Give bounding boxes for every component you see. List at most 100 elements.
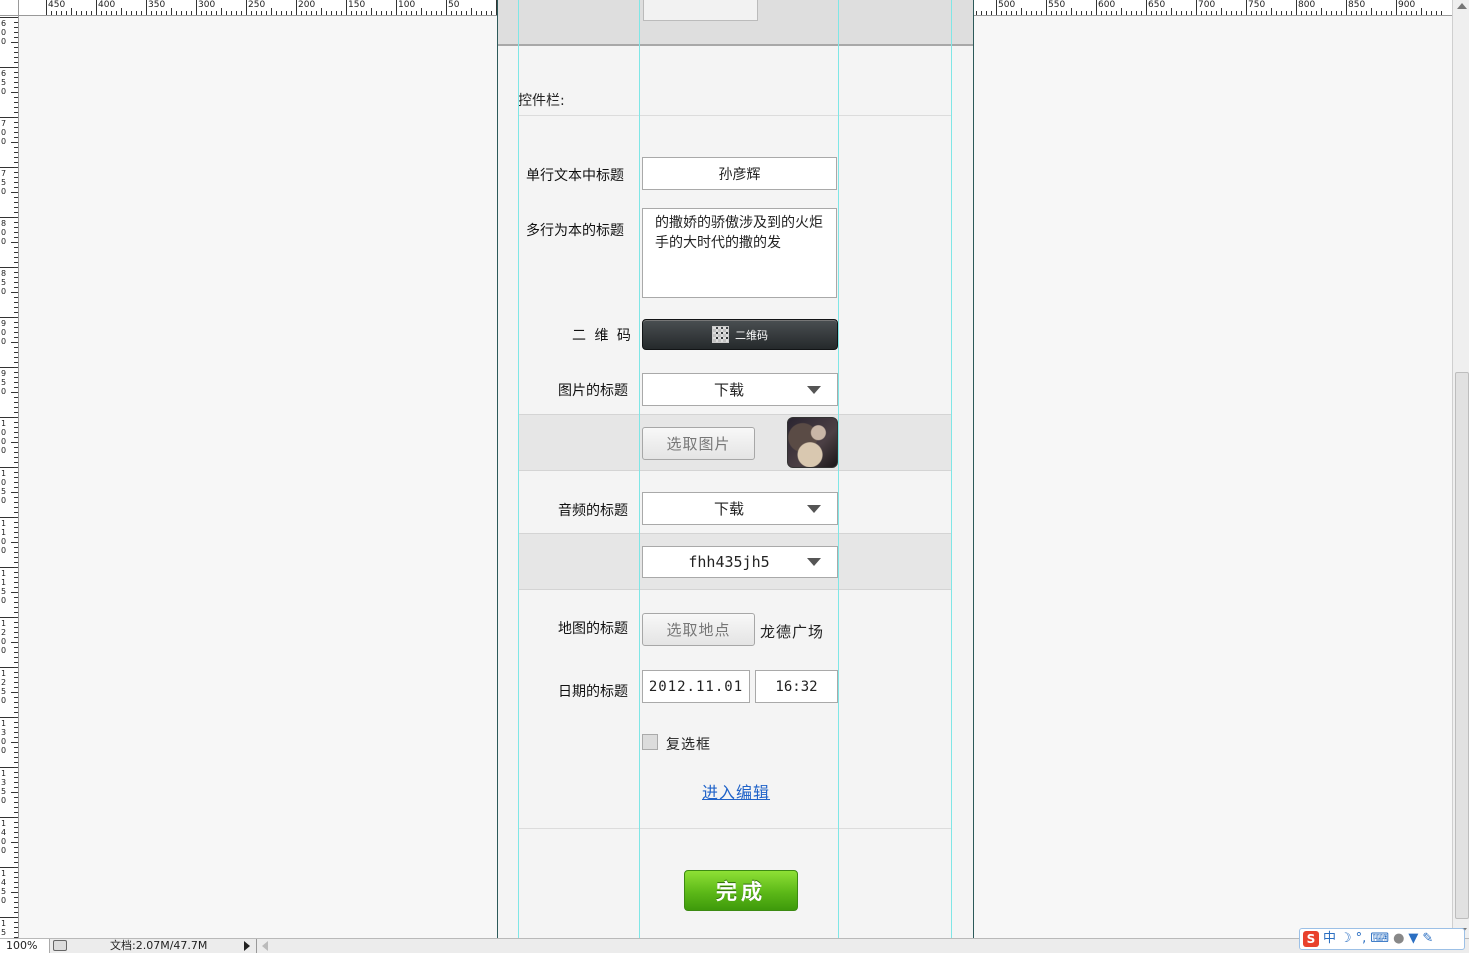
ruler-minor-tick [11,542,18,543]
ruler-minor-tick [1131,11,1132,15]
ruler-minor-tick [14,852,18,853]
ruler-minor-tick [14,382,18,383]
ruler-minor-tick [1261,11,1262,15]
time-input[interactable]: 16:32 [755,670,838,703]
ruler-minor-tick [1016,11,1017,15]
ruler-minor-tick [14,827,18,828]
punctuation-icon[interactable]: °, [1356,931,1367,947]
date-input[interactable]: 2012.11.01 [642,670,750,703]
ruler-minor-tick [11,892,18,893]
guide-line [838,0,839,938]
pick-image-button[interactable]: 选取图片 [642,427,755,460]
ruler-major-tick [1096,0,1097,15]
image-thumbnail[interactable] [787,417,838,468]
ruler-minor-tick [14,627,18,628]
ruler-major-tick [0,67,18,68]
ruler-minor-tick [11,242,18,243]
ruler-minor-tick [14,232,18,233]
ime-toolbar[interactable]: S 中 ☽ °, ⌨ ● ▼ ✎ [1299,928,1465,950]
ruler-minor-tick [351,11,352,15]
user-icon[interactable]: ● [1393,931,1404,947]
pick-location-button[interactable]: 选取地点 [642,613,755,646]
ruler-minor-tick [491,11,492,15]
scroll-up-icon[interactable] [1457,3,1467,9]
ruler-minor-tick [14,312,18,313]
qrcode-button[interactable]: 二维码 [642,319,838,350]
audio-source-select[interactable]: 下载 [642,492,838,525]
ruler-minor-tick [201,11,202,15]
ruler-minor-tick [331,11,332,15]
ruler-minor-tick [1081,11,1082,15]
ime-mode[interactable]: 中 [1323,931,1336,947]
ruler-minor-tick [14,822,18,823]
image-label: 图片的标题 [558,383,628,399]
ruler-minor-tick [1151,11,1152,15]
wrench-icon[interactable]: ✎ [1422,931,1433,947]
scrollbar-thumb[interactable] [1455,372,1469,919]
ruler-minor-tick [14,762,18,763]
vertical-ruler[interactable]: 600 650 700 750 800 850 900 950 1000 1050 1100 1150… [0,15,19,938]
audio-file-select[interactable]: fhh435jh5 [642,546,838,578]
ruler-major-tick [96,0,97,15]
ruler-minor-tick [306,11,307,15]
ruler-minor-tick [14,757,18,758]
ruler-label: 900 [1398,0,1416,10]
ruler-minor-tick [14,887,18,888]
ruler-minor-tick [14,777,18,778]
checkbox-label[interactable]: 复选框 [666,734,711,754]
ruler-minor-tick [171,8,172,15]
document-info-icon[interactable] [53,940,67,951]
ruler-minor-tick [1201,11,1202,15]
keyboard-icon[interactable]: ⌨ [1370,931,1389,947]
ruler-minor-tick [14,127,18,128]
checkbox[interactable] [642,734,658,750]
vertical-scrollbar[interactable] [1452,0,1469,938]
ruler-major-tick [0,17,18,18]
ruler-label: 1150 [1,569,7,605]
zoom-level[interactable]: 100% [0,939,50,953]
chevron-down-icon [807,558,821,566]
sogou-logo-icon[interactable]: S [1303,931,1319,947]
ruler-minor-tick [1221,8,1222,15]
ruler-major-tick [0,417,18,418]
ruler-minor-tick [286,11,287,15]
ruler-minor-tick [1381,11,1382,15]
ruler-minor-tick [14,802,18,803]
guide-line [518,0,519,938]
multi-line-textarea[interactable]: 的撒娇的骄傲涉及到的火炬手的大时代的撒的发 [642,208,837,298]
ruler-minor-tick [291,11,292,15]
ruler-minor-tick [276,11,277,15]
ruler-minor-tick [1326,11,1327,15]
ruler-major-tick [0,717,18,718]
ruler-minor-tick [14,172,18,173]
done-button[interactable]: 完成 [684,870,798,911]
ruler-minor-tick [14,247,18,248]
ruler-minor-tick [14,672,18,673]
ruler-minor-tick [14,507,18,508]
ruler-minor-tick [1206,11,1207,15]
ruler-minor-tick [81,11,82,15]
enter-edit-link[interactable]: 进入编辑 [702,779,770,803]
ruler-label: 350 [148,0,166,10]
ruler-minor-tick [61,11,62,15]
ruler-minor-tick [471,8,472,15]
ruler-minor-tick [366,11,367,15]
single-line-input[interactable]: 孙彦辉 [642,157,837,190]
shirt-icon[interactable]: ▼ [1408,931,1418,947]
ruler-minor-tick [976,11,977,15]
scroll-left-icon[interactable] [262,941,268,951]
ruler-label: 1450 [1,869,7,905]
ruler-minor-tick [1336,11,1337,15]
ruler-minor-tick [14,577,18,578]
ruler-minor-tick [86,11,87,15]
ruler-label: 150 [348,0,366,10]
ruler-major-tick [1146,0,1147,15]
expand-arrow-icon[interactable] [244,941,250,951]
ruler-minor-tick [14,357,18,358]
ruler-minor-tick [206,11,207,15]
ruler-minor-tick [1301,11,1302,15]
ruler-minor-tick [461,11,462,15]
image-source-select[interactable]: 下载 [642,373,838,406]
moon-icon[interactable]: ☽ [1340,931,1352,947]
ruler-label: 15 [1,919,7,937]
